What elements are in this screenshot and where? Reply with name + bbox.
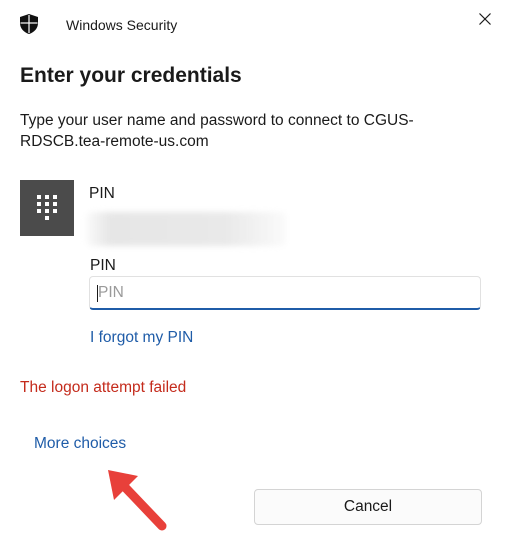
dialog-heading: Enter your credentials (20, 64, 242, 87)
annotation-arrow-icon (108, 470, 167, 531)
pin-field-label: PIN (90, 257, 116, 274)
pin-input[interactable] (89, 276, 481, 310)
cancel-button[interactable]: Cancel (254, 489, 482, 525)
shield-icon (20, 14, 38, 34)
app-title: Windows Security (66, 17, 178, 33)
dialog-description: Type your user name and password to conn… (20, 112, 414, 150)
credential-tile[interactable] (20, 180, 74, 236)
credential-dialog: Windows Security Enter your credentials … (0, 0, 505, 547)
keypad-icon (37, 195, 57, 220)
credential-type-label: PIN (89, 185, 115, 202)
close-button[interactable] (470, 6, 500, 32)
text-caret (97, 285, 98, 302)
logon-error-message: The logon attempt failed (20, 379, 187, 396)
more-choices-link[interactable]: More choices (34, 435, 126, 453)
title-bar: Windows Security (0, 0, 505, 48)
close-icon (479, 13, 491, 25)
forgot-pin-link[interactable]: I forgot my PIN (90, 329, 193, 347)
redacted-username (86, 212, 286, 246)
